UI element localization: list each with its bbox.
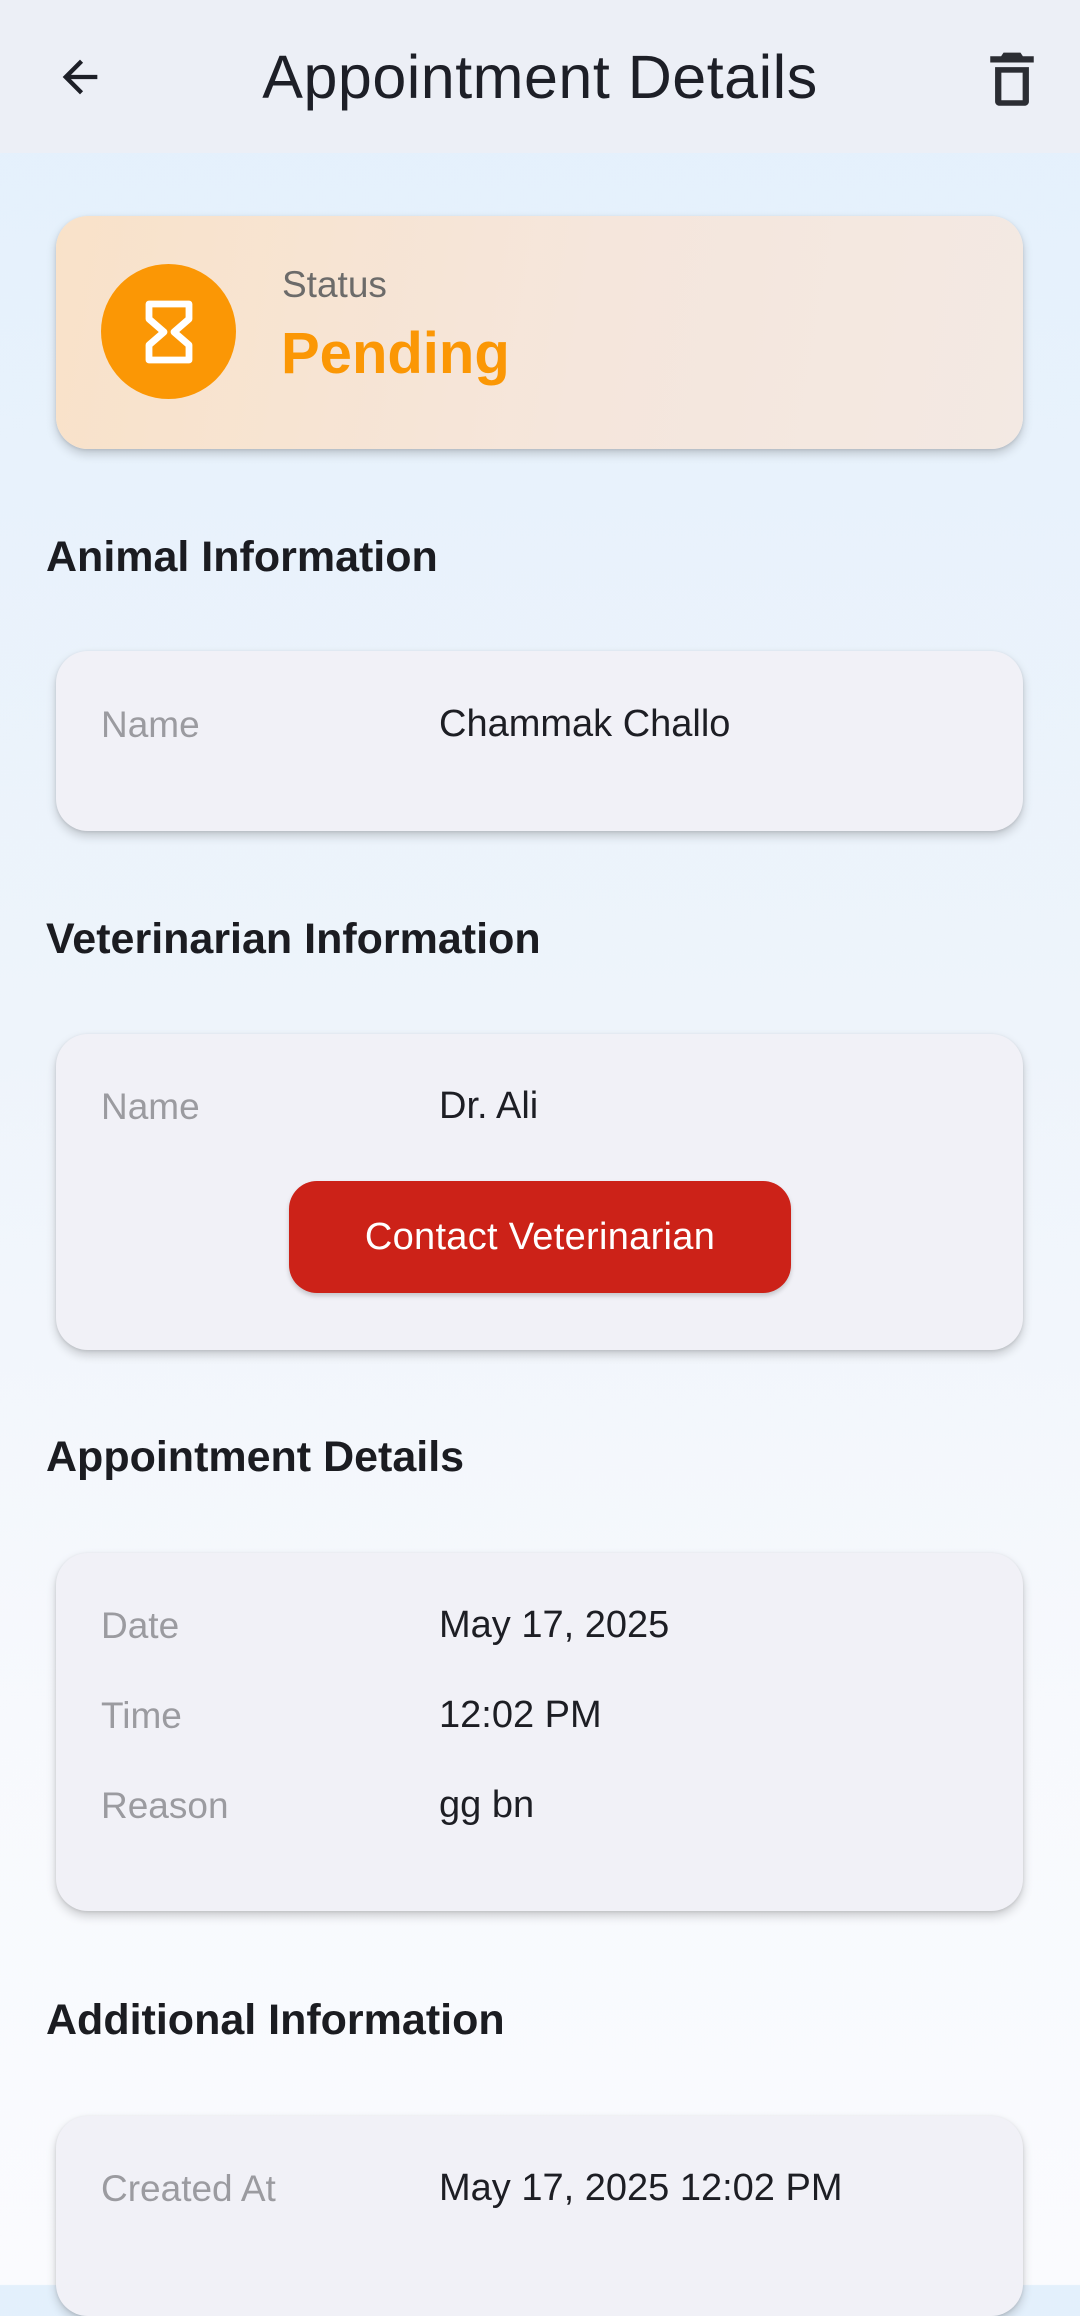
time-label: Time [101, 1695, 182, 1736]
reason-value: gg bn [439, 1784, 535, 1826]
hourglass-icon [145, 300, 192, 363]
vet-info-card: Name Dr. Ali Contact Veterinarian [56, 1034, 1023, 1350]
vet-name-label: Name [101, 1086, 200, 1127]
section-title-additional: Additional Information [46, 1996, 505, 2044]
section-title-appointment: Appointment Details [46, 1433, 465, 1481]
status-value: Pending [281, 321, 510, 386]
appointment-details-card: Date May 17, 2025 Time 12:02 PM Reason g… [56, 1553, 1023, 1911]
reason-label: Reason [101, 1785, 229, 1826]
trash-icon [990, 52, 1034, 106]
animal-name-value: Chammak Challo [439, 703, 731, 745]
app-bar: Appointment Details [0, 0, 1080, 153]
animal-name-label: Name [101, 704, 200, 745]
status-caption: Status [282, 264, 387, 305]
additional-info-card: Created At May 17, 2025 12:02 PM [56, 2116, 1023, 2316]
section-title-animal: Animal Information [46, 533, 438, 581]
created-at-label: Created At [101, 2168, 276, 2209]
contact-veterinarian-button[interactable]: Contact Veterinarian [289, 1181, 791, 1293]
delete-button[interactable] [980, 44, 1044, 112]
page-title: Appointment Details [262, 43, 818, 111]
animal-info-card: Name Chammak Challo [56, 651, 1023, 831]
vet-name-value: Dr. Ali [439, 1085, 539, 1127]
time-value: 12:02 PM [439, 1694, 602, 1736]
status-icon-circle [101, 264, 236, 399]
created-at-value: May 17, 2025 12:02 PM [439, 2167, 843, 2209]
date-value: May 17, 2025 [439, 1604, 670, 1646]
date-label: Date [101, 1605, 180, 1646]
status-card: Status Pending [56, 216, 1023, 449]
section-title-vet: Veterinarian Information [46, 915, 541, 963]
